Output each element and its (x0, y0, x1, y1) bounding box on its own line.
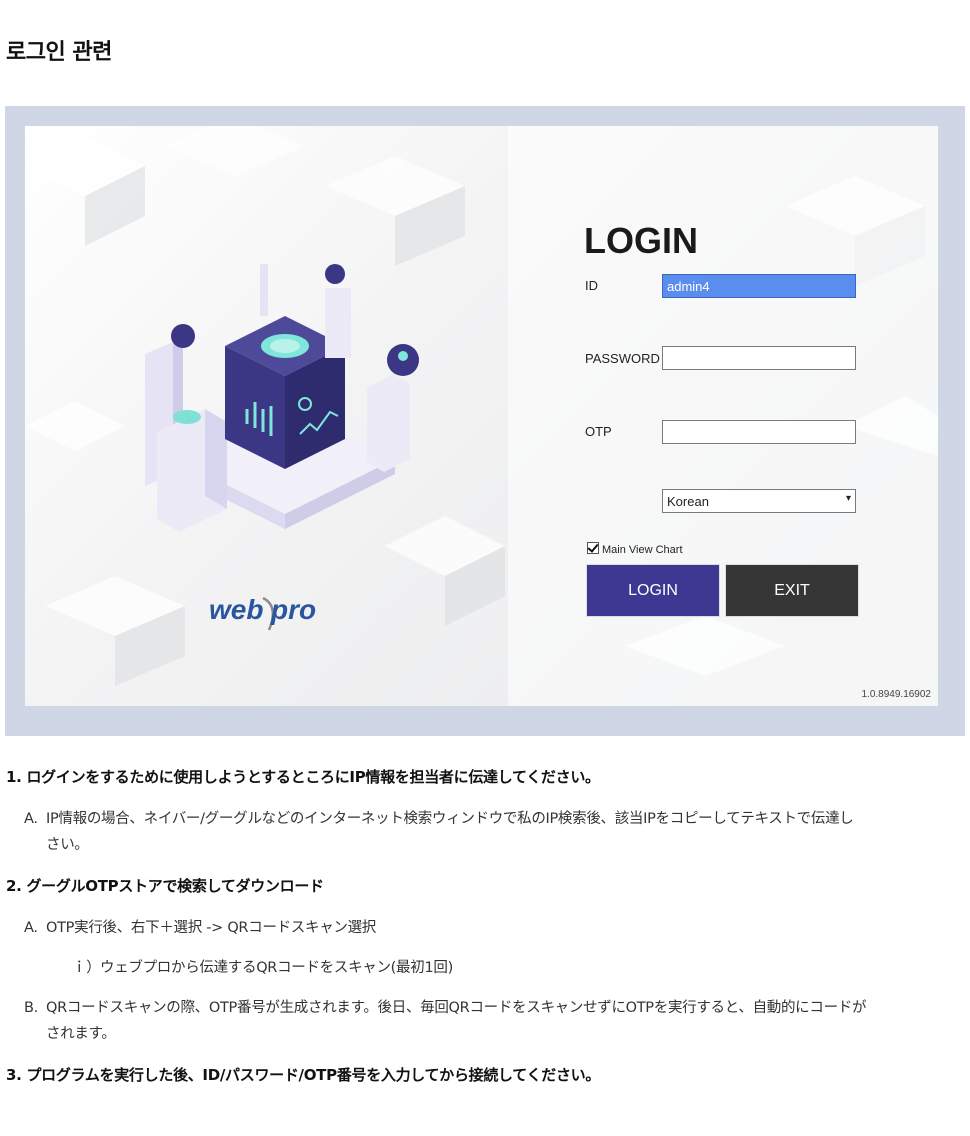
logo-web-text: web (209, 594, 263, 625)
login-panel (508, 126, 938, 706)
server-cube-illustration (145, 264, 419, 532)
password-label: PASSWORD (585, 351, 660, 366)
login-screenshot-frame: web pro LOGIN ID admin4 PASSWORD OTP Kor… (5, 106, 965, 736)
main-view-chart-checkbox-row[interactable]: Main View Chart (587, 542, 683, 556)
step-1a-item: A. IP情報の場合、ネイバー/グーグルなどのインターネット検索ウィンドウで私のI… (24, 811, 854, 827)
exit-button[interactable]: EXIT (725, 564, 859, 617)
id-input[interactable]: admin4 (662, 274, 856, 298)
main-view-chart-checkbox[interactable] (587, 542, 599, 554)
otp-input[interactable] (662, 420, 856, 444)
version-text: 1.0.8949.16902 (861, 689, 931, 700)
chevron-down-icon: ▾ (845, 493, 851, 504)
step-1-title: 1. ログインをするために使用しようとするところにIP情報を担当者に伝達してくだ… (6, 768, 600, 786)
webpro-logo: web pro (209, 594, 316, 631)
login-button[interactable]: LOGIN (586, 564, 720, 617)
step-3-title: 3. プログラムを実行した後、ID/パスワード/OTP番号を入力してから接続して… (6, 1066, 601, 1084)
step-1a-continuation: さい。 (46, 837, 89, 853)
id-label: ID (585, 278, 598, 293)
login-title: LOGIN (584, 220, 698, 261)
id-input-value: admin4 (667, 279, 710, 294)
language-select-value: Korean (667, 494, 709, 509)
logo-pro-text: pro (270, 594, 316, 625)
main-view-chart-label: Main View Chart (602, 544, 683, 556)
password-input[interactable] (662, 346, 856, 370)
step-2a-i-item: ｉ）ウェブプロから伝達するQRコードをスキャン(最初1回) (72, 960, 453, 976)
page-heading: 로그인 관련 (6, 40, 112, 65)
language-select[interactable]: Korean ▾ (662, 489, 856, 513)
step-2a-item: A. OTP実行後、右下＋選択 -> QRコードスキャン選択 (24, 920, 377, 936)
step-2b-continuation: されます。 (46, 1026, 116, 1042)
step-2-title: 2. グーグルOTPストアで検索してダウンロード (6, 877, 324, 895)
otp-label: OTP (585, 424, 612, 439)
step-2b-item: B. QRコードスキャンの際、OTP番号が生成されます。後日、毎回QRコードをスキ… (24, 1000, 867, 1016)
login-window: web pro LOGIN ID admin4 PASSWORD OTP Kor… (25, 126, 938, 706)
